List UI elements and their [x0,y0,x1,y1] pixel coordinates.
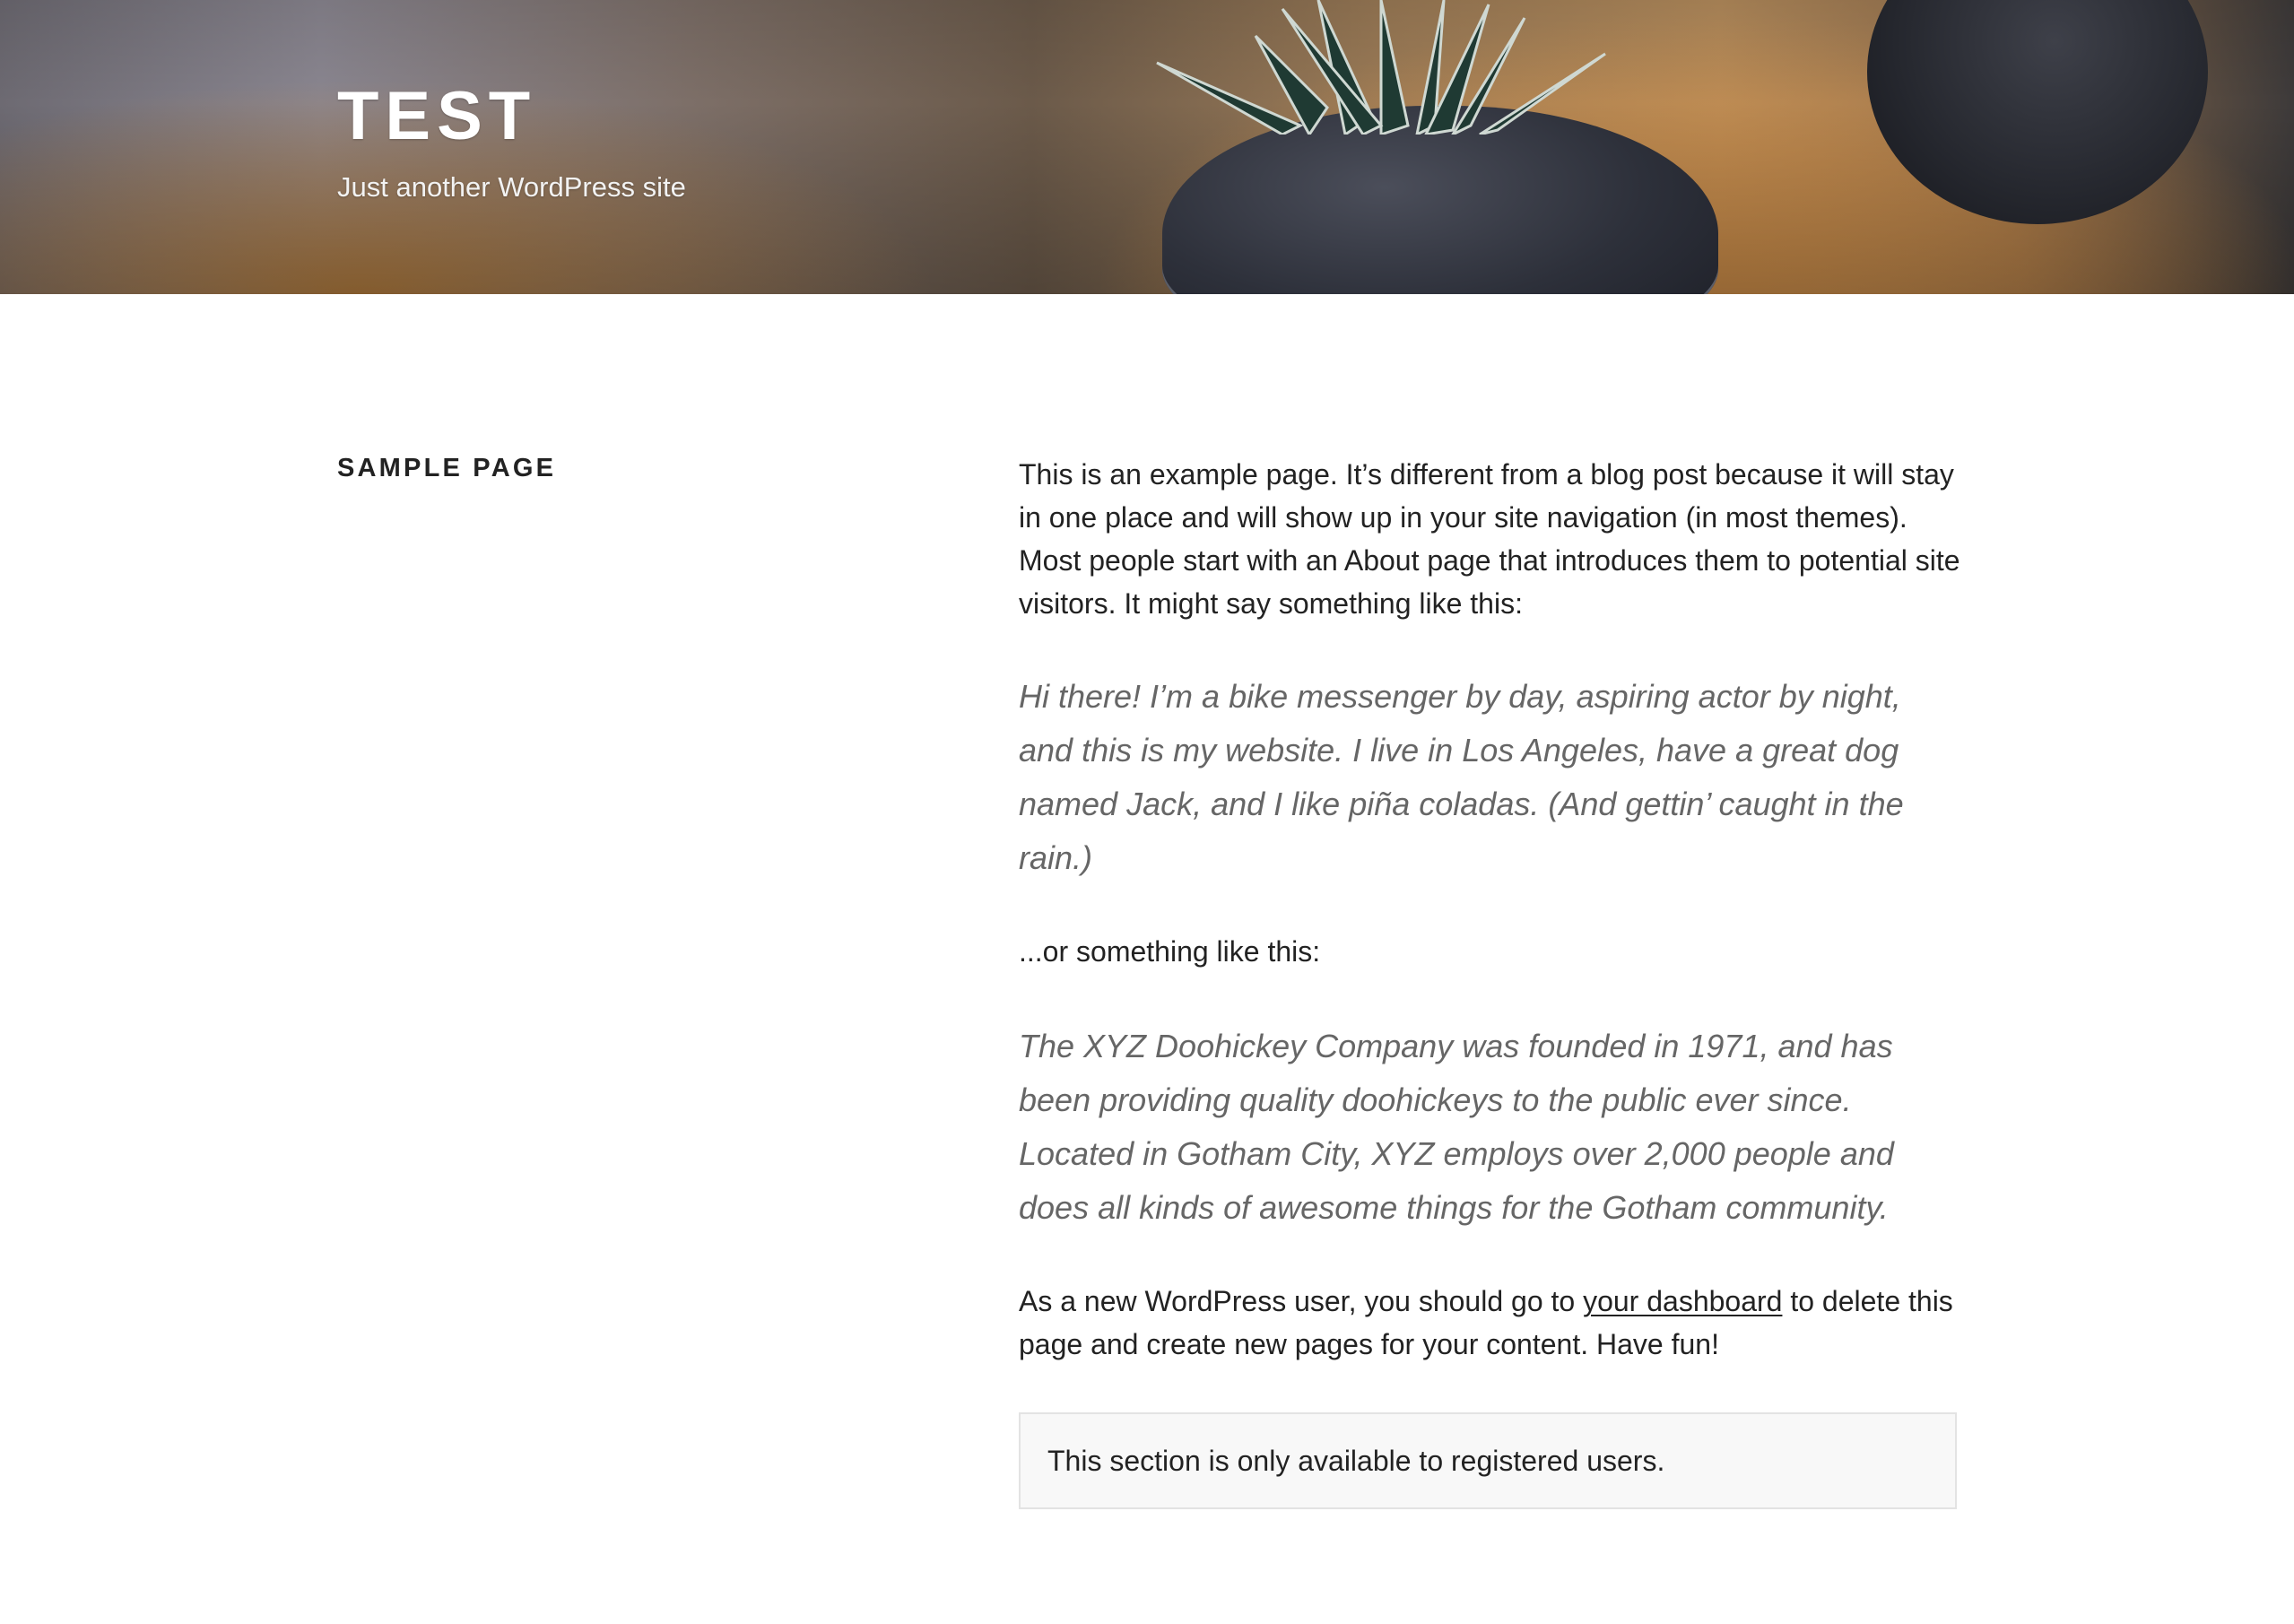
closing-text-before: As a new WordPress user, you should go t… [1019,1285,1584,1317]
dashboard-link[interactable]: your dashboard [1583,1285,1782,1317]
site-header: TEST Just another WordPress site [0,0,2294,294]
notice-text: This section is only available to regist… [1047,1444,1665,1477]
or-something-paragraph: ...or something like this: [1019,935,1321,968]
closing-paragraph: As a new WordPress user, you should go t… [1019,1280,1960,1366]
intro-paragraph: This is an example page. It’s different … [1019,458,1960,620]
site-description: Just another WordPress site [337,171,686,203]
registered-users-notice: This section is only available to regist… [1019,1412,1957,1509]
quote-bike-messenger: Hi there! I’m a bike messenger by day, a… [1019,678,1904,876]
succulent-plant-icon [1156,0,1606,135]
page-title: SAMPLE PAGE [337,454,557,482]
site-title[interactable]: TEST [337,83,536,151]
quote-xyz-company: The XYZ Doohickey Company was founded in… [1019,1028,1894,1226]
